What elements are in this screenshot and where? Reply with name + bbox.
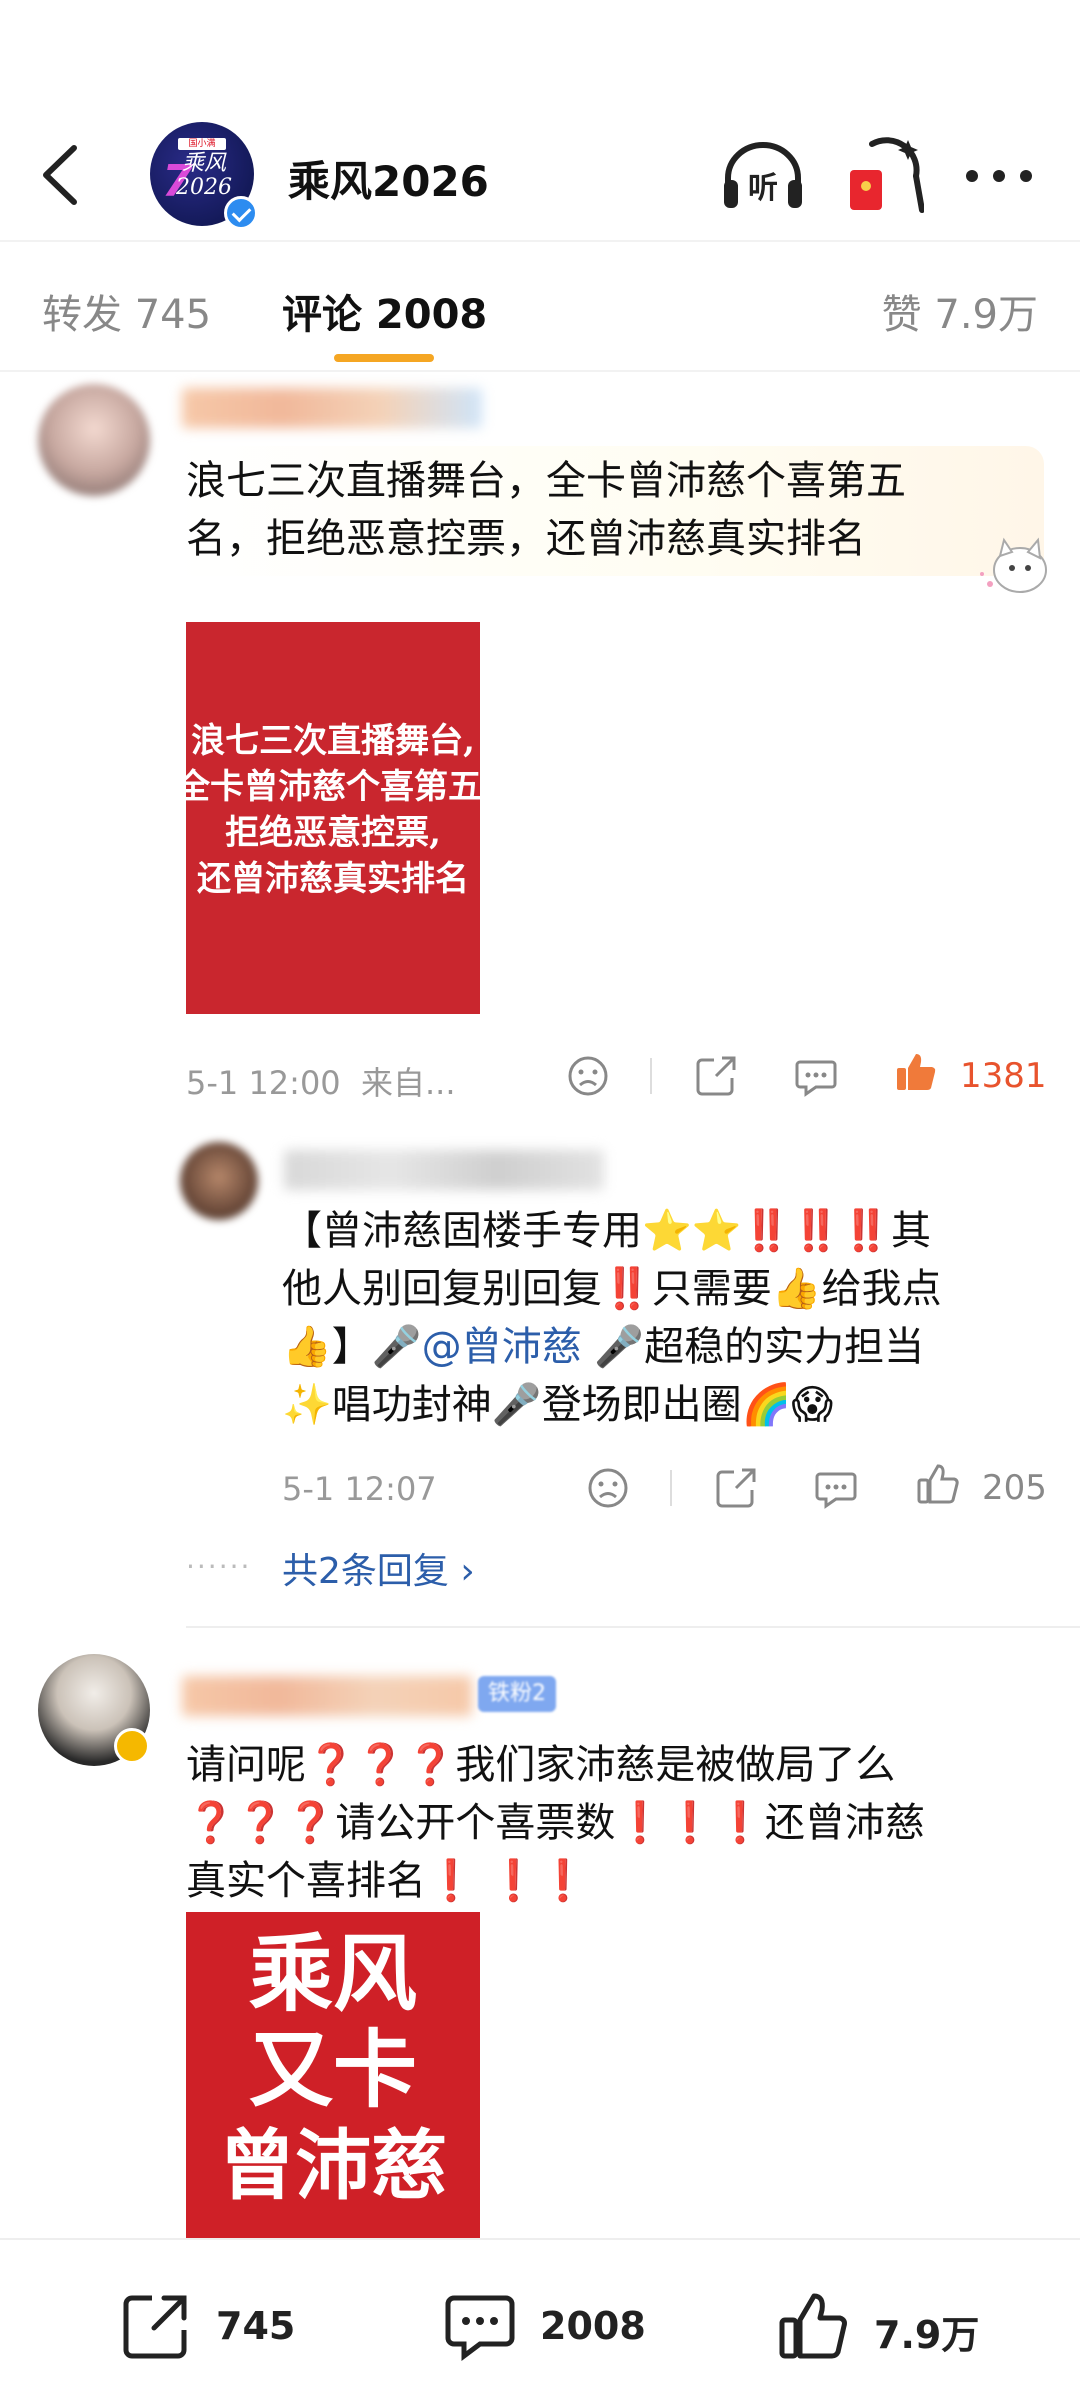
comment-image[interactable]: 乘风 又卡 曾沛慈 — [186, 1912, 480, 2240]
dislike-icon[interactable] — [566, 1054, 610, 1098]
mention-link[interactable]: @曾沛慈 — [422, 1324, 582, 1370]
like-count: 1381 — [960, 1056, 1047, 1096]
comment-item: 浪七三次直播舞台，全卡曾沛慈个喜第五 名，拒绝恶意控票，还曾沛慈真实排名 浪七三… — [0, 372, 1080, 1112]
avatar[interactable] — [38, 384, 150, 496]
red-packet-icon — [850, 137, 925, 213]
verified-badge-icon — [224, 196, 258, 230]
reply-icon[interactable] — [814, 1466, 858, 1510]
replies-dots: ······ — [186, 1550, 252, 1583]
comment-time: 5-1 12:00 来自... — [186, 1064, 456, 1102]
thumbs-up-icon — [779, 2293, 847, 2359]
more-dot — [993, 170, 1005, 182]
svg-text:听: 听 — [748, 171, 778, 206]
back-button[interactable] — [32, 140, 88, 210]
comment-image[interactable]: 浪七三次直播舞台, 全卡曾沛慈个喜第五名 拒绝恶意控票, 还曾沛慈真实排名 — [186, 622, 480, 1014]
comment-source: 来自... — [361, 1064, 456, 1102]
red-packet-button[interactable] — [846, 136, 925, 214]
username[interactable] — [284, 1150, 604, 1190]
repost-button[interactable]: 745 — [120, 2290, 320, 2360]
tab-bar: 转发 745 评论 2008 赞 7.9万 — [0, 240, 1080, 372]
bottom-action-bar: 745 2008 7.9万 — [0, 2238, 1080, 2403]
like-icon[interactable] — [916, 1462, 960, 1506]
listen-button[interactable]: 听 — [720, 138, 806, 212]
headphones-icon: 听 — [724, 142, 802, 208]
tab-active-indicator — [334, 354, 434, 362]
action-divider — [650, 1058, 652, 1094]
share-icon[interactable] — [694, 1054, 738, 1098]
comment-divider — [186, 1626, 1080, 1628]
like-icon[interactable] — [894, 1050, 938, 1094]
repost-count: 745 — [216, 2304, 296, 2348]
view-replies-link[interactable]: 共2条回复 › — [282, 1542, 475, 1594]
action-divider — [670, 1470, 672, 1506]
logo-text: 乘风 2026 — [176, 151, 232, 200]
comment-text: 【曾沛慈固楼手专用⭐⭐‼️‼️‼️其 他人别回复别回复‼️只需要👍给我点 👍】🎤… — [282, 1208, 942, 1428]
like-button[interactable]: 7.9万 — [778, 2290, 998, 2360]
comment-text: 请问呢❓❓❓我们家沛慈是被做局了么 ❓❓❓请公开个喜票数❗❗❗还曾沛慈 真实个喜… — [186, 1742, 925, 1904]
dislike-icon[interactable] — [586, 1466, 630, 1510]
comment-button[interactable]: 2008 — [444, 2290, 664, 2361]
fan-badge: 铁粉2 — [478, 1676, 556, 1712]
reply-item: 【曾沛慈固楼手专用⭐⭐‼️‼️‼️其 他人别回复别回复‼️只需要👍给我点 👍】🎤… — [0, 1112, 1080, 1622]
repost-icon — [123, 2295, 187, 2359]
comment-icon — [445, 2295, 515, 2361]
comment-count: 2008 — [540, 2304, 646, 2348]
comment-item: 铁粉2 请问呢❓❓❓我们家沛慈是被做局了么 ❓❓❓请公开个喜票数❗❗❗还曾沛慈 … — [0, 1640, 1080, 2240]
more-dot — [966, 170, 978, 182]
tab-comment[interactable]: 评论 2008 — [282, 282, 487, 340]
more-button[interactable] — [962, 156, 1036, 196]
tab-like[interactable]: 赞 7.9万 — [882, 282, 1038, 340]
like-count: 205 — [982, 1468, 1047, 1508]
cat-sticker-icon — [980, 537, 1047, 593]
more-dot — [1020, 170, 1032, 182]
avatar[interactable] — [180, 1142, 258, 1220]
username[interactable] — [182, 388, 482, 428]
comment-time: 5-1 12:07 — [282, 1470, 437, 1508]
logo-tag: 国小满 — [178, 138, 226, 150]
tab-repost[interactable]: 转发 745 — [42, 282, 211, 340]
back-arrow-icon — [43, 145, 77, 205]
account-name[interactable]: 乘风2026 — [288, 148, 489, 209]
username[interactable] — [182, 1676, 472, 1716]
vip-badge-icon — [114, 1728, 150, 1764]
top-header: 国小满 7 乘风 2026 乘风2026 听 — [0, 0, 1080, 240]
reply-icon[interactable] — [794, 1054, 838, 1098]
comment-text: 浪七三次直播舞台，全卡曾沛慈个喜第五 名，拒绝恶意控票，还曾沛慈真实排名 — [186, 458, 906, 562]
like-count-total: 7.9万 — [874, 2313, 980, 2357]
share-icon[interactable] — [714, 1466, 758, 1510]
